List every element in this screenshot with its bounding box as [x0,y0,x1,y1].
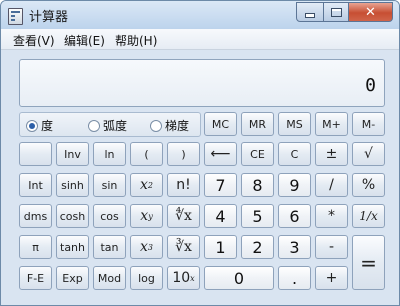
power-exponent: y [148,211,153,221]
ten-exponent: x [190,273,195,283]
radio-gradians-label: 梯度 [165,119,190,133]
cube-button[interactable]: x3 [130,235,163,259]
key-3[interactable]: 3 [278,235,311,259]
cos-button[interactable]: cos [93,204,126,228]
square-exponent: 2 [147,180,153,190]
radio-icon [88,119,100,132]
ln-button[interactable]: ln [93,142,126,166]
plus-minus-button[interactable]: ± [315,142,348,166]
maximize-button[interactable] [324,2,349,22]
power-button[interactable]: xy [130,204,163,228]
radio-gradians[interactable]: 梯度 [150,117,189,134]
backspace-button[interactable]: ⟵ [204,142,237,166]
calculator-icon [8,8,23,25]
key-1[interactable]: 1 [204,235,237,259]
radio-radians[interactable]: 弧度 [88,117,127,134]
tanh-button[interactable]: tanh [56,235,89,259]
decimal-button[interactable]: . [278,266,311,290]
key-9[interactable]: 9 [278,173,311,197]
radio-degrees[interactable]: 度 [26,117,53,134]
cube-base: x [140,239,148,255]
angle-mode-group: 度 弧度 梯度 [19,112,201,137]
key-7[interactable]: 7 [204,173,237,197]
inv-button[interactable]: Inv [56,142,89,166]
equals-button[interactable]: = [352,235,385,290]
calculator-window: 计算器 ✕ 查看(V) 编辑(E) 帮助(H) 0 度 弧度 梯度 MC MR … [0,0,400,306]
key-6[interactable]: 6 [278,204,311,228]
close-button[interactable]: ✕ [349,2,393,22]
menu-edit[interactable]: 编辑(E) [64,32,105,49]
key-5[interactable]: 5 [241,204,274,228]
factorial-button[interactable]: n! [167,173,200,197]
multiply-button[interactable]: * [315,204,348,228]
reciprocal-button[interactable]: 1/x [352,204,385,228]
c-button[interactable]: C [278,142,311,166]
ce-button[interactable]: CE [241,142,274,166]
radio-icon [150,119,162,132]
window-controls: ✕ [296,2,393,22]
ms-button[interactable]: MS [278,112,311,136]
fe-button[interactable]: F-E [19,266,52,290]
radio-degrees-label: 度 [41,119,54,133]
power-base: x [140,208,149,224]
result-display: 0 [19,59,385,107]
cosh-button[interactable]: cosh [56,204,89,228]
percent-button[interactable]: % [352,173,385,197]
y-root-button[interactable]: ∜x [167,204,200,228]
key-4[interactable]: 4 [204,204,237,228]
log-button[interactable]: log [130,266,163,290]
minimize-button[interactable] [296,2,324,22]
mc-button[interactable]: MC [204,112,237,136]
m-minus-button[interactable]: M- [352,112,385,136]
sinh-button[interactable]: sinh [56,173,89,197]
key-0[interactable]: 0 [204,266,274,290]
lparen-button[interactable]: ( [130,142,163,166]
title-bar: 计算器 ✕ [1,1,399,29]
divide-button[interactable]: / [315,173,348,197]
display-value: 0 [365,75,376,96]
mod-button[interactable]: Mod [93,266,126,290]
maximize-icon [330,7,342,17]
ten-base: 10 [172,270,191,286]
key-2[interactable]: 2 [241,235,274,259]
tan-button[interactable]: tan [93,235,126,259]
minimize-icon [305,12,315,18]
ten-power-button[interactable]: 10 x [167,266,200,290]
close-icon: ✕ [365,4,376,20]
blank-button[interactable] [19,142,52,166]
rparen-button[interactable]: ) [167,142,200,166]
add-button[interactable]: + [315,266,348,290]
cube-exponent: 3 [147,242,153,252]
menu-help[interactable]: 帮助(H) [115,32,157,49]
menu-view[interactable]: 查看(V) [13,32,55,49]
int-button[interactable]: Int [19,173,52,197]
sqrt-button[interactable]: √ [352,142,385,166]
exp-button[interactable]: Exp [56,266,89,290]
square-button[interactable]: x2 [130,173,163,197]
menu-bar: 查看(V) 编辑(E) 帮助(H) [1,29,399,50]
dms-button[interactable]: dms [19,204,52,228]
mr-button[interactable]: MR [241,112,274,136]
pi-button[interactable]: π [19,235,52,259]
subtract-button[interactable]: - [315,235,348,259]
radio-selected-icon [26,119,38,132]
cube-root-button[interactable]: ∛x [167,235,200,259]
window-title: 计算器 [29,10,69,25]
key-8[interactable]: 8 [241,173,274,197]
square-base: x [140,177,148,193]
radio-radians-label: 弧度 [103,119,128,133]
sin-button[interactable]: sin [93,173,126,197]
m-plus-button[interactable]: M+ [315,112,348,136]
